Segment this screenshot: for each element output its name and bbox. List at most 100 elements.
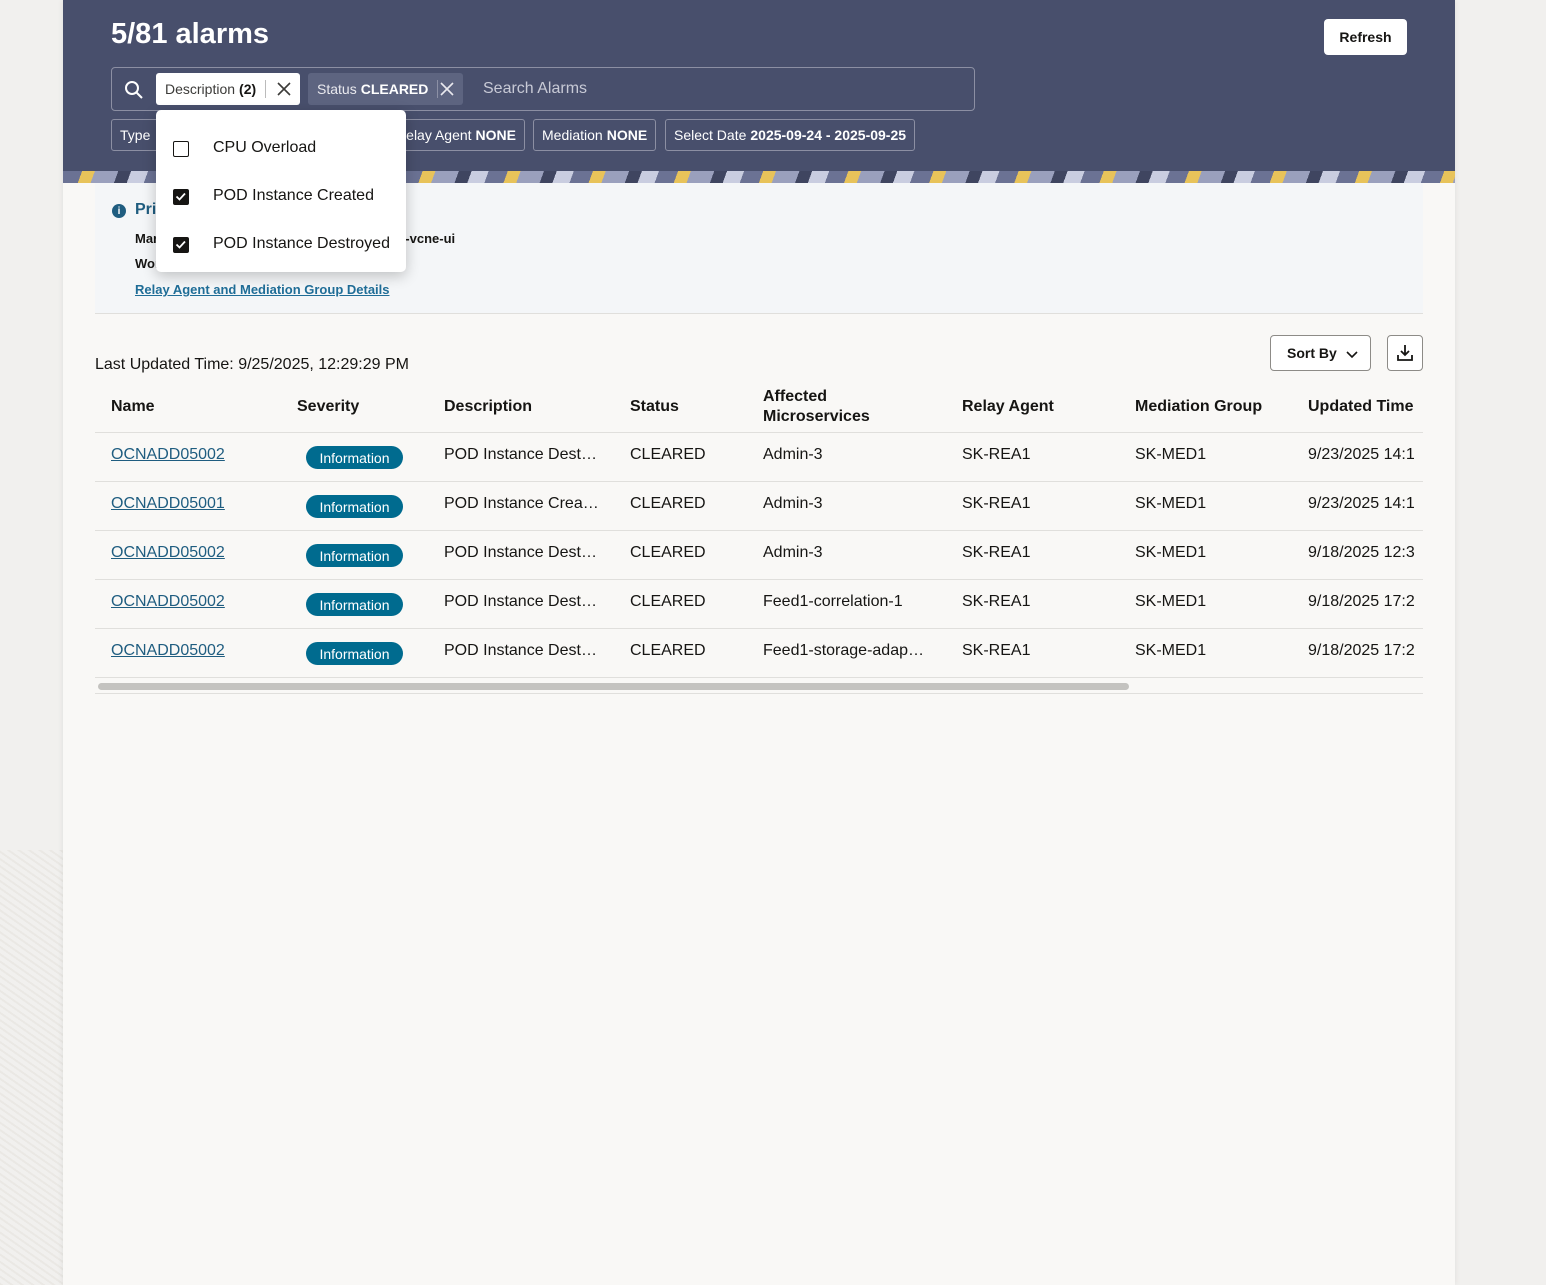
alarm-name-link[interactable]: OCNADD05002 [111, 446, 225, 464]
checkbox[interactable] [173, 141, 189, 157]
relay-agent-cell: SK-REA1 [962, 446, 1031, 463]
sort-by-button[interactable]: Sort By [1270, 335, 1371, 371]
column-header-affected-microservices[interactable]: Affected Microservices [763, 387, 883, 427]
alarms-table: Name Severity Description Status Affecte… [95, 384, 1423, 694]
microservices-cell: Admin-3 [763, 544, 823, 561]
description-cell: POD Instance Dest… [444, 446, 597, 463]
dropdown-option-cpu-overload[interactable]: CPU Overload [156, 125, 406, 173]
description-filter-dropdown: CPU Overload POD Instance Created POD In… [156, 110, 406, 272]
column-header-name[interactable]: Name [111, 397, 155, 417]
column-header-mediation-group[interactable]: Mediation Group [1135, 397, 1262, 417]
info-title: Pri [135, 201, 157, 218]
checkbox[interactable] [173, 237, 189, 253]
filter-label: Select Date [674, 127, 747, 143]
checkbox[interactable] [173, 189, 189, 205]
date-filter-chip[interactable]: Select Date 2025-09-24 - 2025-09-25 [665, 119, 916, 151]
column-header-relay-agent[interactable]: Relay Agent [962, 397, 1054, 417]
option-label: CPU Overload [213, 139, 317, 156]
search-input[interactable]: Search Alarms [483, 80, 587, 98]
alarm-name-link[interactable]: OCNADD05002 [111, 593, 225, 611]
background-texture [0, 850, 63, 1285]
type-filter-chip[interactable]: Type [111, 119, 160, 151]
description-cell: POD Instance Dest… [444, 544, 597, 561]
filter-value: NONE [606, 127, 648, 143]
description-filter-chip[interactable]: Description (2) [156, 73, 300, 105]
updated-time-cell: 9/18/2025 17:2 [1308, 642, 1415, 659]
mediation-group-cell: SK-MED1 [1135, 446, 1207, 463]
horizontal-scrollbar[interactable] [95, 679, 1423, 694]
severity-badge: Information [306, 446, 403, 469]
chip-count: (2) [239, 81, 257, 97]
close-icon[interactable] [276, 81, 292, 97]
alarm-name-link[interactable]: OCNADD05001 [111, 495, 225, 513]
updated-time-cell: 9/23/2025 14:1 [1308, 446, 1415, 463]
filter-label: Type [120, 127, 151, 143]
info-line: Mar cnadd-vcne-ui [135, 231, 455, 246]
status-cell: CLEARED [630, 642, 706, 659]
info-label: Mar [135, 231, 159, 246]
option-label: POD Instance Destroyed [213, 235, 390, 252]
checkmark-icon [175, 240, 186, 249]
search-bar[interactable]: Description (2) Status CLEARED Search Al… [111, 67, 975, 111]
column-header-description[interactable]: Description [444, 397, 532, 417]
relay-agent-filter-chip[interactable]: Relay Agent NONE [385, 119, 525, 151]
mediation-group-cell: SK-MED1 [1135, 495, 1207, 512]
severity-badge: Information [306, 593, 403, 616]
download-button[interactable] [1387, 335, 1423, 371]
description-cell: POD Instance Dest… [444, 642, 597, 659]
severity-badge: Information [306, 544, 403, 567]
description-cell: POD Instance Dest… [444, 593, 597, 610]
table-row[interactable]: OCNADD05002 Information POD Instance Des… [95, 629, 1423, 678]
chevron-down-icon [1346, 351, 1358, 359]
mediation-group-cell: SK-MED1 [1135, 642, 1207, 659]
scrollbar-thumb[interactable] [98, 683, 1129, 690]
relay-agent-cell: SK-REA1 [962, 593, 1031, 610]
table-row[interactable]: OCNADD05002 Information POD Instance Des… [95, 433, 1423, 482]
last-updated-time: Last Updated Time: 9/25/2025, 12:29:29 P… [95, 356, 409, 373]
description-cell: POD Instance Crea… [444, 495, 599, 512]
page-title: 5/81 alarms [111, 18, 270, 50]
filter-label: Mediation [542, 127, 603, 143]
updated-time-cell: 9/18/2025 12:3 [1308, 544, 1415, 561]
column-header-updated-time[interactable]: Updated Time [1308, 397, 1414, 417]
table-header: Name Severity Description Status Affecte… [95, 384, 1423, 433]
dropdown-option-pod-instance-created[interactable]: POD Instance Created [156, 173, 406, 221]
filter-value: NONE [475, 127, 516, 143]
status-cell: CLEARED [630, 593, 706, 610]
dropdown-option-pod-instance-destroyed[interactable]: POD Instance Destroyed [156, 221, 406, 269]
sort-label: Sort By [1287, 345, 1337, 361]
table-row[interactable]: OCNADD05002 Information POD Instance Des… [95, 531, 1423, 580]
filter-label: Relay Agent [396, 127, 472, 143]
close-icon[interactable] [439, 81, 455, 97]
search-icon [125, 81, 143, 99]
alarm-name-link[interactable]: OCNADD05002 [111, 642, 225, 660]
severity-badge: Information [306, 495, 403, 518]
relay-agent-cell: SK-REA1 [962, 642, 1031, 659]
checkmark-icon [175, 192, 186, 201]
filter-value: 2025-09-24 - 2025-09-25 [750, 127, 907, 143]
chip-label: Description [165, 81, 236, 97]
refresh-button[interactable]: Refresh [1324, 19, 1407, 55]
mediation-filter-chip[interactable]: Mediation NONE [533, 119, 657, 151]
severity-badge: Information [306, 642, 403, 665]
info-icon: i [112, 204, 126, 218]
microservices-cell: Admin-3 [763, 446, 823, 463]
status-cell: CLEARED [630, 544, 706, 561]
status-cell: CLEARED [630, 446, 706, 463]
relay-agent-cell: SK-REA1 [962, 544, 1031, 561]
alarm-name-link[interactable]: OCNADD05002 [111, 544, 225, 562]
microservices-cell: Admin-3 [763, 495, 823, 512]
updated-time-cell: 9/23/2025 14:1 [1308, 495, 1415, 512]
chip-value: CLEARED [360, 81, 429, 97]
status-filter-chip[interactable]: Status CLEARED [308, 73, 463, 105]
table-row[interactable]: OCNADD05001 Information POD Instance Cre… [95, 482, 1423, 531]
relay-mediation-details-link[interactable]: Relay Agent and Mediation Group Details [135, 282, 390, 297]
chip-divider [265, 80, 267, 98]
table-row[interactable]: OCNADD05002 Information POD Instance Des… [95, 580, 1423, 629]
microservices-cell: Feed1-correlation-1 [763, 593, 903, 610]
option-label: POD Instance Created [213, 187, 374, 204]
relay-agent-cell: SK-REA1 [962, 495, 1031, 512]
column-header-status[interactable]: Status [630, 397, 679, 417]
column-header-severity[interactable]: Severity [297, 397, 359, 417]
mediation-group-cell: SK-MED1 [1135, 593, 1207, 610]
